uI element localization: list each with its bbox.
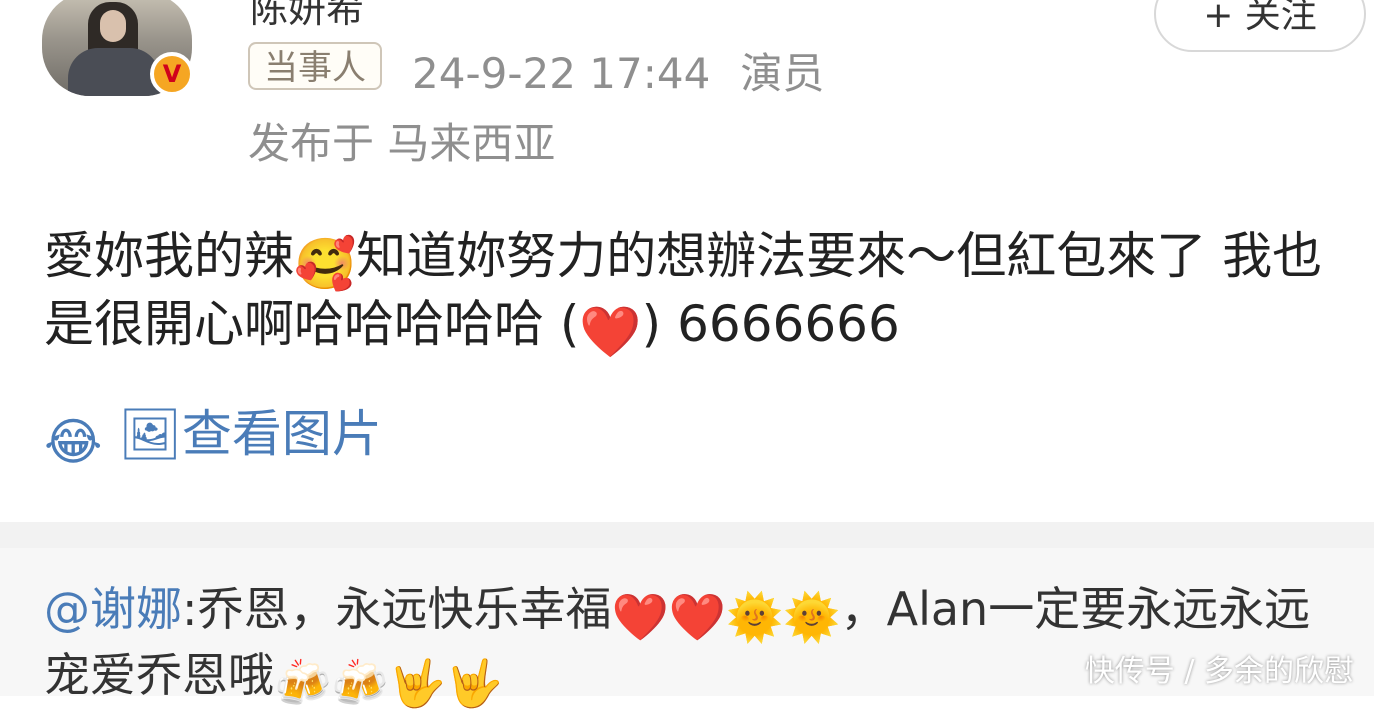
status-badge: 当事人 [248,42,382,90]
smiling-face-with-hearts-icon: 🥰 [294,235,357,293]
heart-icon: ❤️ [579,303,642,361]
avatar-face [100,10,126,42]
username[interactable]: 陈妍希 [250,0,364,33]
watermark: 快传号 / 多余的欣慰 [1084,654,1354,689]
tears-of-joy-icon: 😂 [44,413,103,471]
comment-text-part1: :乔恩，永远快乐幸福 [182,582,612,636]
post-location: 发布于 马来西亚 [248,119,556,168]
divider [0,522,1374,548]
follow-button[interactable]: + 关注 [1154,0,1366,52]
post-text-part1: 愛妳我的辣 [44,227,294,285]
cheers-and-hand-emoji-icon: 🍻🍻🤟🤟 [274,656,504,710]
view-pictures-label: 查看图片 [181,405,382,463]
hearts-and-sun-emoji-icon: ❤️❤️🌞🌞 [611,590,841,644]
mention-link[interactable]: @谢娜 [44,582,182,636]
avatar-body [68,48,160,96]
timestamp: 24-9-22 17:44 [412,49,711,98]
post-meta: 24-9-22 17:44 演员 [412,40,854,101]
post-source: 演员 [740,49,825,98]
weibo-post: V 陈妍希 + 关注 当事人 24-9-22 17:44 演员 发布于 马来西亚 … [0,0,1374,522]
view-pictures-link[interactable]: 😂 🖼查看图片 [44,400,382,468]
post-body: 愛妳我的辣🥰知道妳努力的想辦法要來～但紅包來了 我也是很開心啊哈哈哈哈哈 (❤️… [44,222,1344,358]
image-icon: 🖼 [118,405,182,463]
verified-badge-icon: V [150,52,194,96]
post-text-part3: ) 6666666 [641,295,900,353]
